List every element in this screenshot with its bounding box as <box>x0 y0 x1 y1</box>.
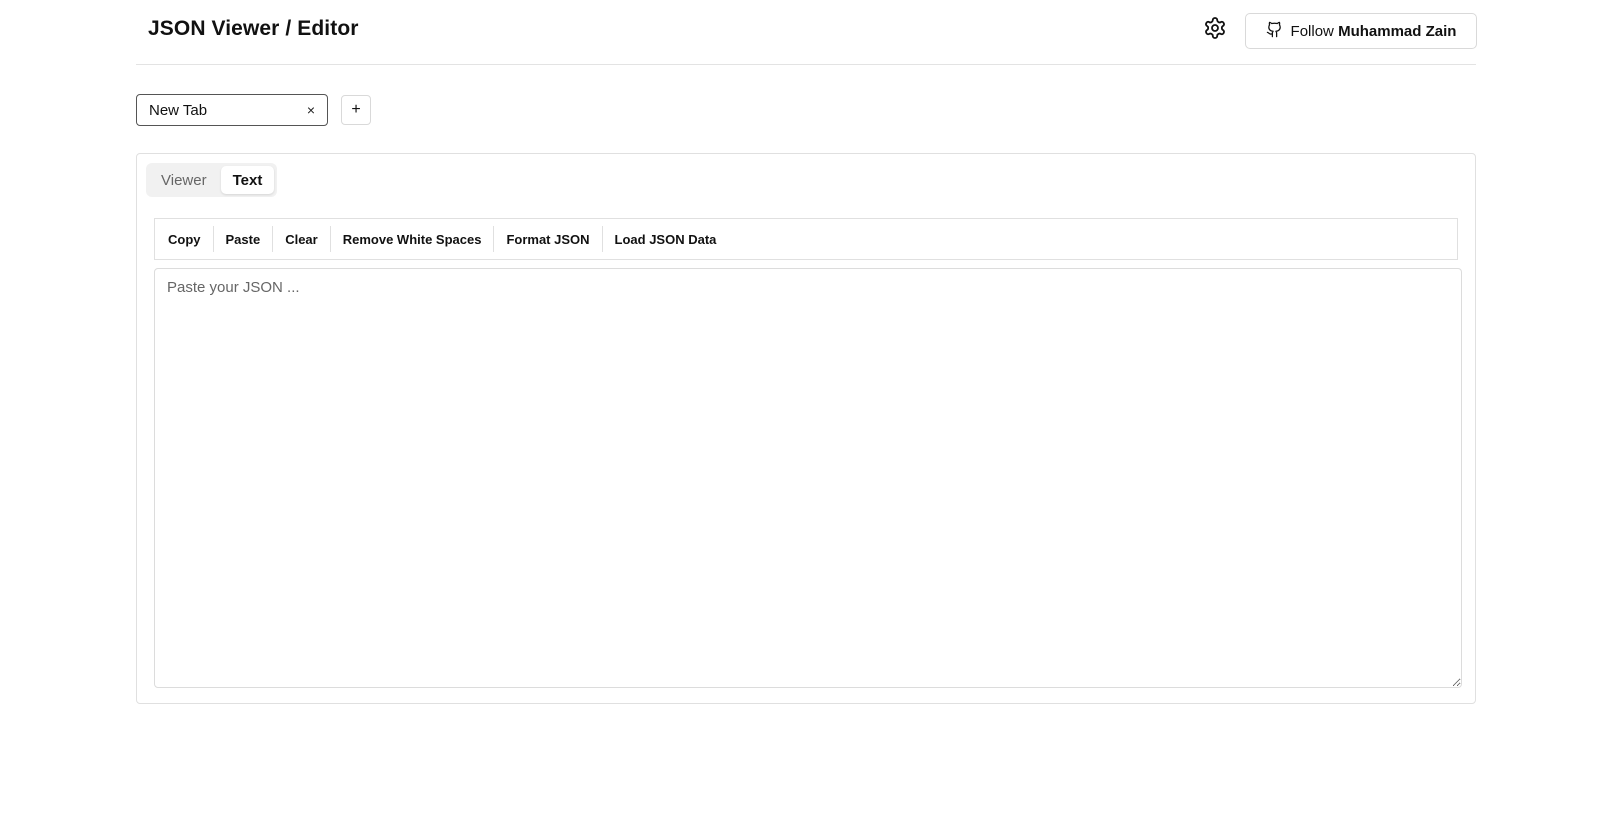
json-text-input[interactable] <box>154 268 1462 688</box>
json-viewer-page: JSON Viewer / Editor Follow Muhammad Zai… <box>0 0 1598 838</box>
app-header: JSON Viewer / Editor Follow Muhammad Zai… <box>136 0 1477 65</box>
app-title: JSON Viewer / Editor <box>148 17 359 40</box>
copy-button[interactable]: Copy <box>156 226 214 252</box>
paste-button[interactable]: Paste <box>214 226 274 252</box>
follow-name: Muhammad Zain <box>1338 22 1457 40</box>
document-tab-label: New Tab <box>149 101 208 119</box>
tab-text[interactable]: Text <box>220 166 275 194</box>
format-json-button[interactable]: Format JSON <box>494 226 603 252</box>
editor-panel: Viewer Text Copy Paste Clear Remove Whit… <box>136 153 1476 704</box>
follow-prefix: Follow <box>1290 22 1334 40</box>
add-tab-button[interactable]: + <box>341 95 371 125</box>
document-tab[interactable]: New Tab × <box>136 94 328 126</box>
load-json-data-button[interactable]: Load JSON Data <box>603 226 729 252</box>
settings-button[interactable] <box>1202 16 1228 45</box>
tab-viewer[interactable]: Viewer <box>149 166 219 194</box>
follow-github-button[interactable]: Follow Muhammad Zain <box>1245 13 1477 49</box>
editor-toolbar: Copy Paste Clear Remove White Spaces For… <box>154 218 1458 260</box>
remove-white-spaces-button[interactable]: Remove White Spaces <box>331 226 495 252</box>
mode-switch: Viewer Text <box>146 163 278 197</box>
gear-icon <box>1203 16 1227 45</box>
github-icon <box>1266 21 1283 42</box>
clear-button[interactable]: Clear <box>273 226 331 252</box>
close-icon[interactable]: × <box>307 102 315 118</box>
